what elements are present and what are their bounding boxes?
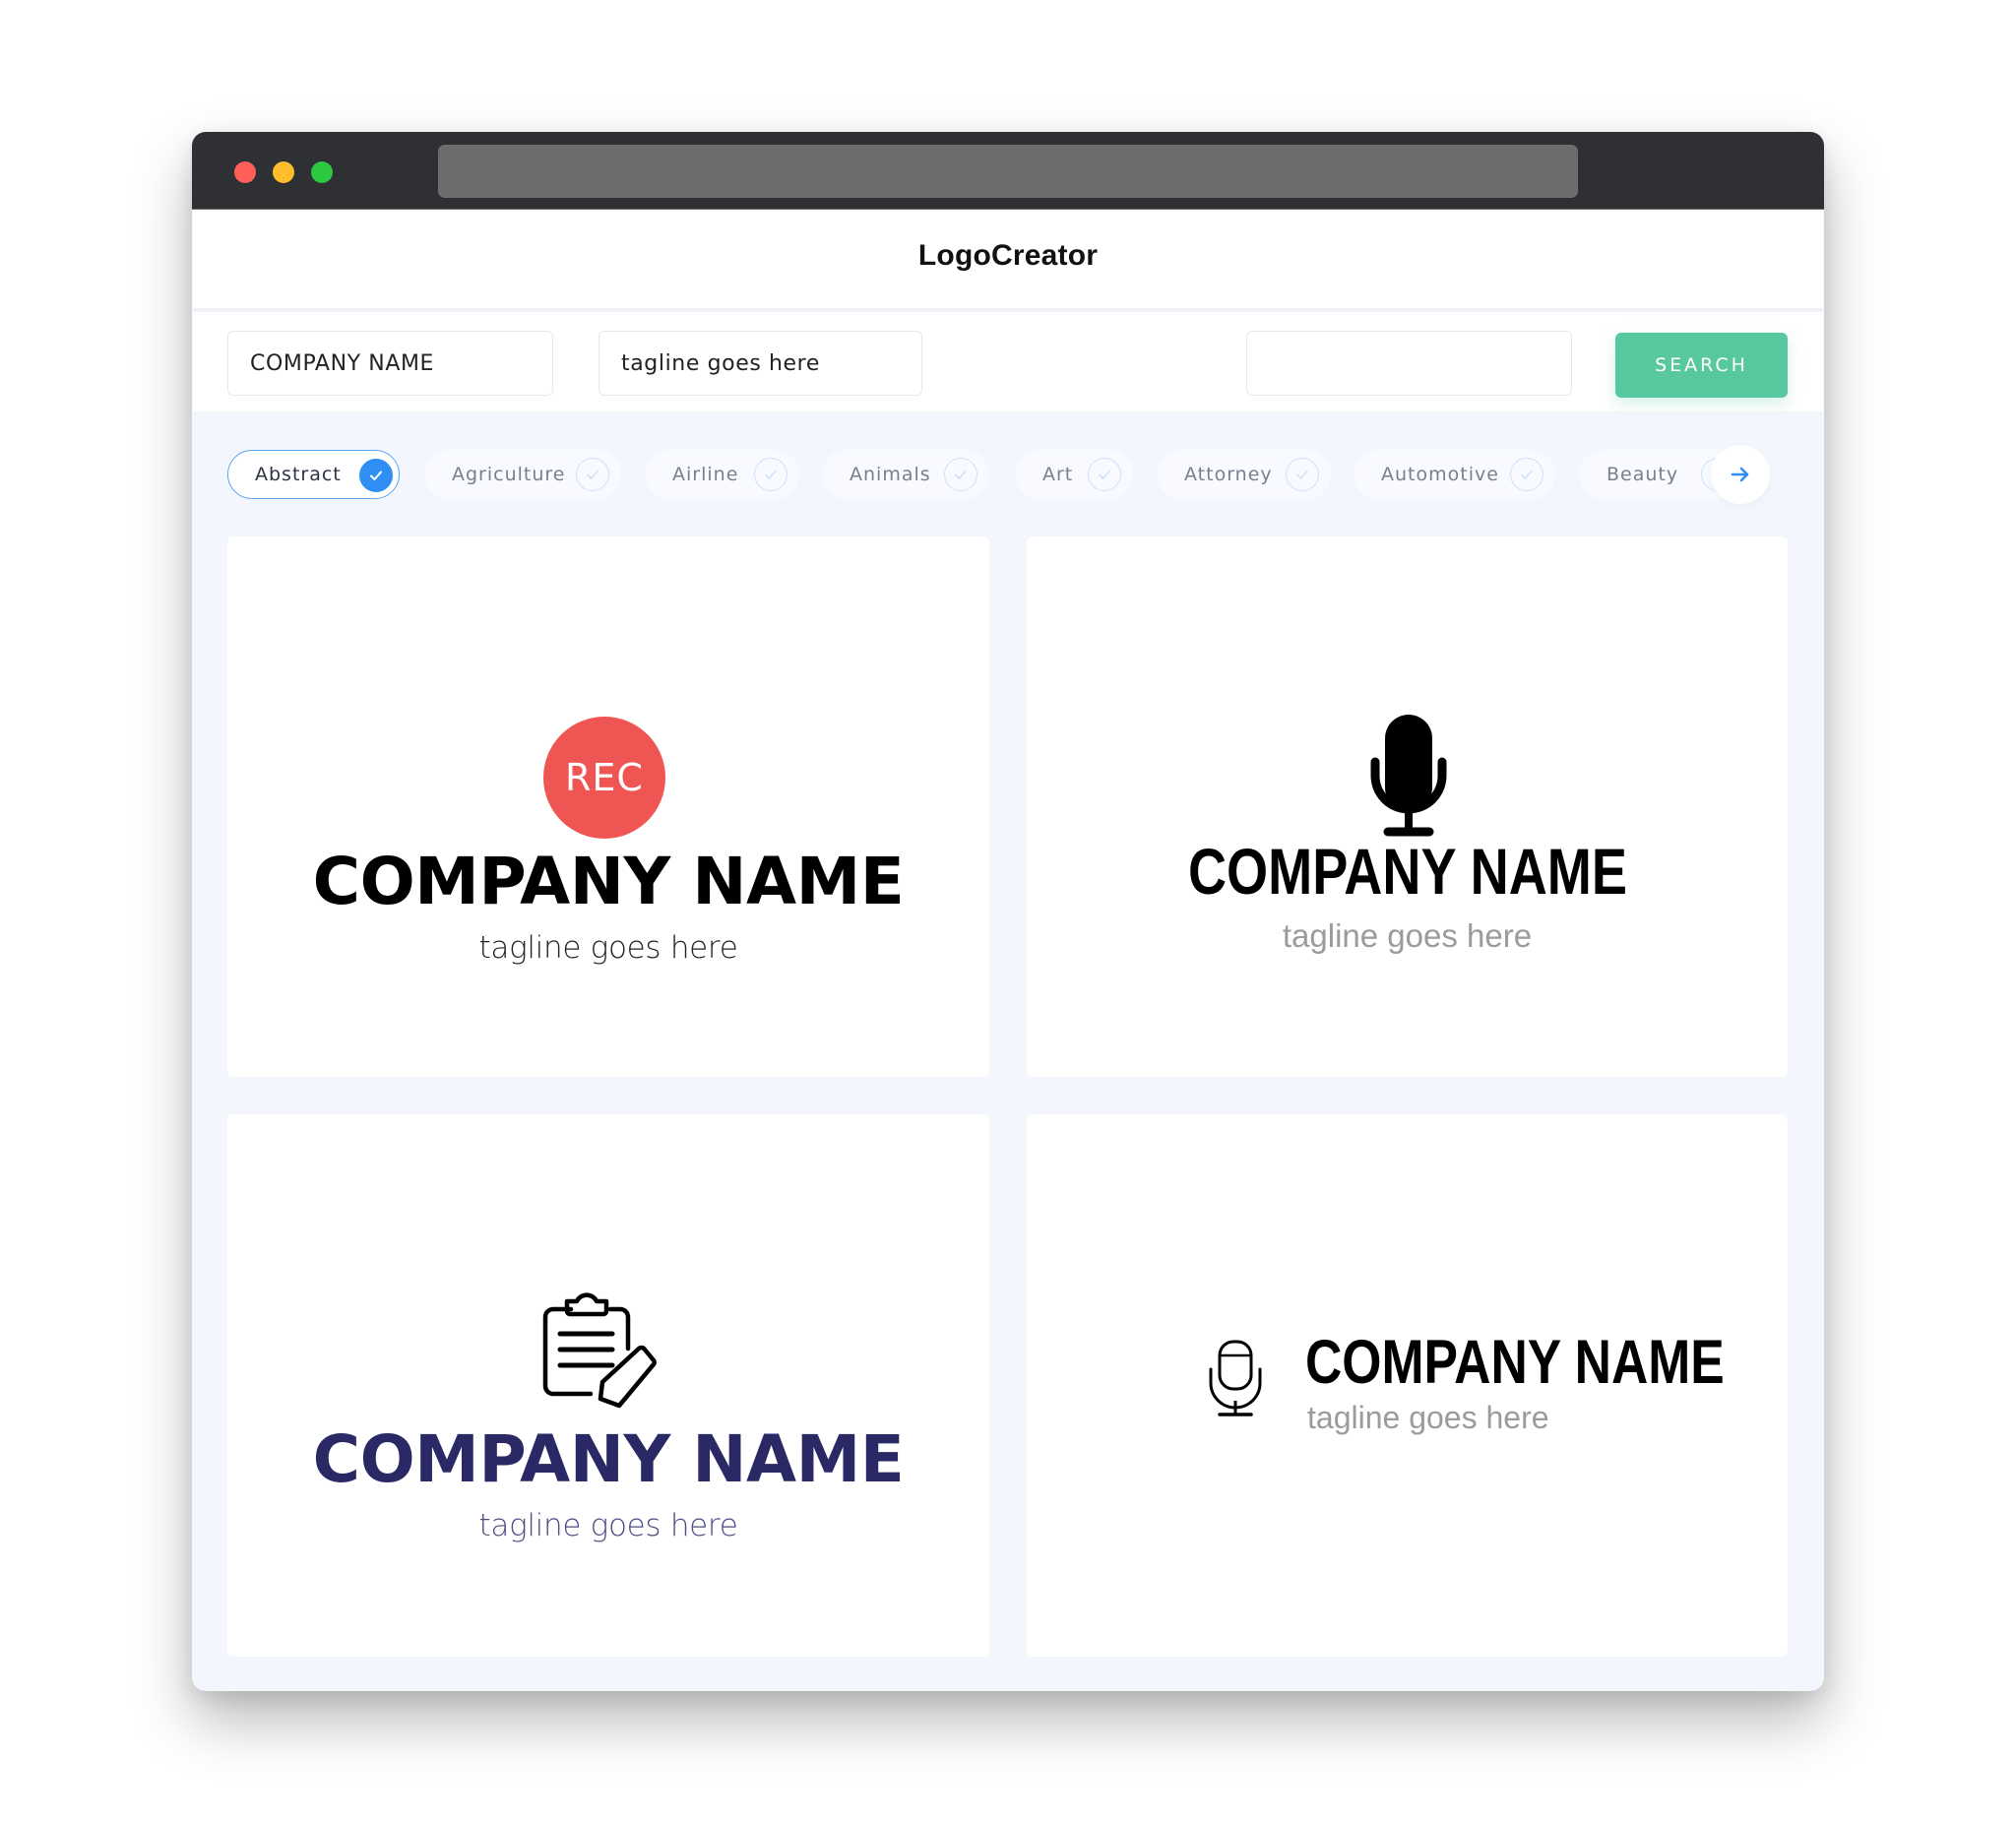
search-button[interactable]: SEARCH <box>1615 333 1788 398</box>
category-label: Automotive <box>1381 464 1499 485</box>
logo-company-name-text: COMPANY NAME <box>1187 835 1627 908</box>
minimize-window-button[interactable] <box>273 161 294 183</box>
company-name-input[interactable]: COMPANY NAME <box>227 331 553 396</box>
category-chip-animals[interactable]: Animals <box>822 450 989 499</box>
check-icon <box>576 458 609 491</box>
clipboard-pencil-icon <box>542 1292 657 1409</box>
maximize-window-button[interactable] <box>311 161 333 183</box>
microphone-icon <box>1370 715 1447 837</box>
check-icon <box>359 459 393 492</box>
category-chip-attorney[interactable]: Attorney <box>1157 450 1331 499</box>
check-icon <box>944 458 977 491</box>
next-categories-button[interactable] <box>1711 445 1770 504</box>
category-chip-airline[interactable]: Airline <box>645 450 799 499</box>
logo-card[interactable]: REC COMPANY NAME tagline goes here <box>227 536 989 1077</box>
category-label: Beauty <box>1606 464 1679 485</box>
close-window-button[interactable] <box>234 161 256 183</box>
browser-window: LogoCreator COMPANY NAME tagline goes he… <box>192 132 1824 1691</box>
category-label: Art <box>1042 464 1074 485</box>
rec-badge-icon: REC <box>543 717 665 839</box>
site-header: LogoCreator <box>192 210 1824 308</box>
category-label: Agriculture <box>452 464 566 485</box>
logo-tagline: tagline goes here <box>478 930 738 966</box>
keyword-input[interactable] <box>1246 331 1572 396</box>
logo-card[interactable]: COMPANY NAME tagline goes here <box>1027 1114 1788 1657</box>
category-chip-agriculture[interactable]: Agriculture <box>424 450 621 499</box>
logo-tagline: tagline goes here <box>1282 917 1533 954</box>
logo-company-name: COMPANY NAME <box>1305 1327 1788 1398</box>
logo-card[interactable]: COMPANY NAME tagline goes here <box>227 1114 989 1657</box>
logo-company-name: COMPANY NAME <box>312 1421 905 1497</box>
category-label: Abstract <box>255 464 342 485</box>
category-label: Airline <box>672 464 739 485</box>
microphone-outline-icon <box>1209 1340 1262 1416</box>
logo-card[interactable]: COMPANY NAME tagline goes here <box>1027 536 1788 1077</box>
logo-company-name: COMPANY NAME <box>1027 834 1788 909</box>
category-chip-automotive[interactable]: Automotive <box>1354 450 1555 499</box>
logo-tagline: tagline goes here <box>478 1508 738 1543</box>
tagline-input[interactable]: tagline goes here <box>598 331 922 396</box>
browser-titlebar <box>192 132 1824 210</box>
address-bar[interactable] <box>438 145 1578 198</box>
check-icon <box>1088 458 1121 491</box>
arrow-right-icon <box>1731 467 1749 482</box>
check-icon <box>1286 458 1319 491</box>
search-bar: COMPANY NAME tagline goes here SEARCH <box>192 312 1824 411</box>
category-label: Attorney <box>1184 464 1273 485</box>
logo-tagline: tagline goes here <box>1307 1400 1549 1435</box>
category-filter-bar: Abstract Agriculture Airline Animals Art… <box>192 411 1824 530</box>
check-icon <box>1510 458 1544 491</box>
category-chip-art[interactable]: Art <box>1015 450 1133 499</box>
check-icon <box>754 458 788 491</box>
rec-badge-text: REC <box>565 756 644 799</box>
logo-company-name: COMPANY NAME <box>312 844 905 919</box>
logo-company-name-text: COMPANY NAME <box>1305 1328 1725 1397</box>
category-label: Animals <box>850 464 931 485</box>
category-chip-abstract[interactable]: Abstract <box>227 450 400 499</box>
site-logo[interactable]: LogoCreator <box>192 239 1824 273</box>
